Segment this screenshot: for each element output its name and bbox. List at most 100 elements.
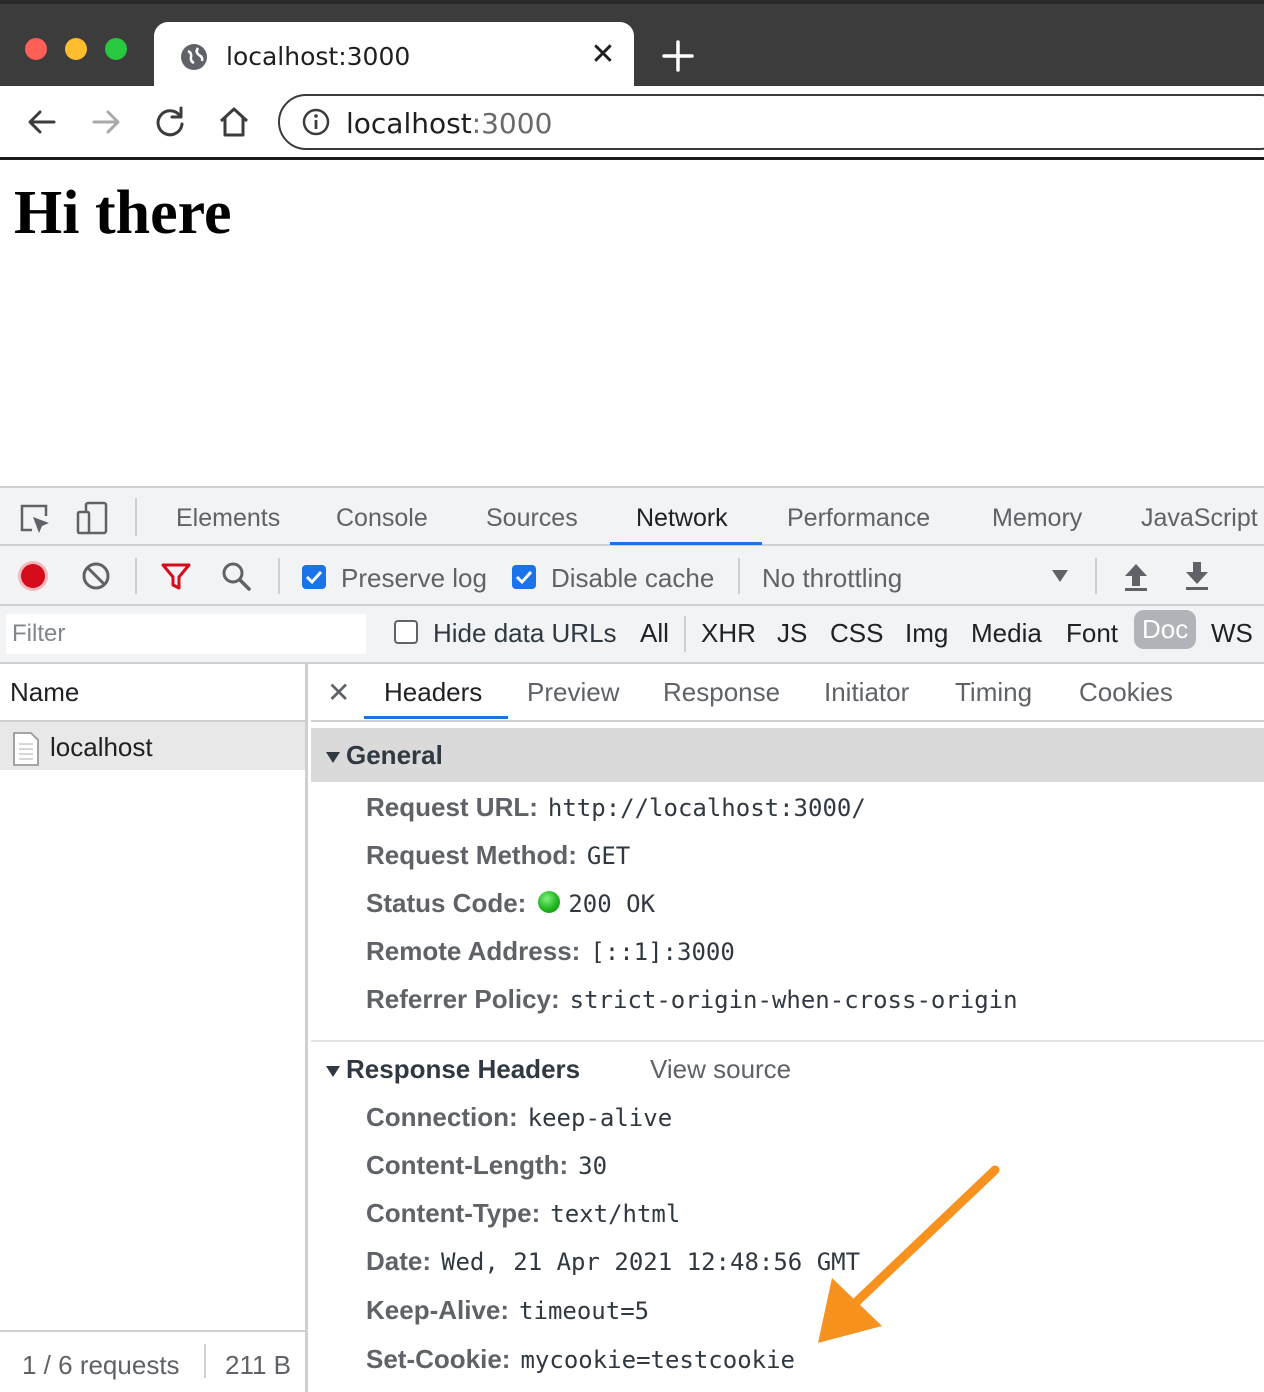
view-source-link[interactable]: View source (650, 1054, 791, 1085)
address-bar[interactable]: localhost:3000 (278, 94, 1264, 150)
filter-icon[interactable] (160, 560, 192, 592)
tab-initiator[interactable]: Initiator (824, 677, 909, 708)
maximize-window-button[interactable] (105, 38, 127, 60)
tab-javascript-profiler[interactable]: JavaScript (1141, 504, 1258, 533)
import-har-icon[interactable] (1120, 560, 1152, 592)
preserve-log-checkbox[interactable] (302, 565, 326, 589)
clear-icon[interactable] (80, 560, 112, 592)
address-url: localhost:3000 (346, 107, 553, 140)
header-key: Status Code: (366, 888, 527, 918)
type-filter-ws[interactable]: WS (1211, 618, 1253, 649)
type-filter-css[interactable]: CSS (830, 618, 883, 649)
tab-network[interactable]: Network (636, 504, 728, 533)
browser-tab[interactable]: localhost:3000 ✕ (154, 22, 634, 90)
tab-memory[interactable]: Memory (992, 504, 1082, 533)
type-filter-media[interactable]: Media (971, 618, 1042, 649)
active-tab-indicator (610, 542, 762, 545)
header-row-request-url: Request URL: http://localhost:3000/ (366, 792, 866, 832)
tab-preview[interactable]: Preview (527, 677, 619, 708)
header-key: Remote Address: (366, 936, 581, 966)
general-section-header[interactable]: General (311, 728, 1264, 782)
type-filter-doc[interactable]: Doc (1134, 610, 1197, 649)
info-icon[interactable] (302, 108, 330, 136)
divider (1095, 558, 1097, 594)
request-row[interactable]: localhost (0, 722, 305, 770)
request-count: 1 / 6 requests (22, 1350, 180, 1380)
general-title: General (346, 740, 443, 770)
response-headers-section-header[interactable]: Response Headers View source (311, 1040, 1264, 1094)
chevron-down-icon[interactable] (1050, 568, 1070, 584)
header-key: Set-Cookie: (366, 1344, 511, 1374)
active-tab-indicator (364, 716, 508, 719)
new-tab-icon[interactable] (660, 38, 696, 74)
divider (135, 558, 137, 594)
close-window-button[interactable] (25, 38, 47, 60)
transferred-size: 211 B (225, 1350, 292, 1380)
request-details-pane: ✕ Headers Preview Response Initiator Tim… (311, 664, 1264, 1392)
tab-elements[interactable]: Elements (176, 504, 280, 533)
record-icon[interactable] (17, 560, 49, 592)
response-headers-title: Response Headers (346, 1054, 581, 1084)
divider (278, 558, 280, 594)
tab-strip: localhost:3000 ✕ (0, 0, 1264, 90)
export-har-icon[interactable] (1181, 560, 1213, 592)
header-key: Request Method: (366, 840, 577, 870)
throttling-select[interactable]: No throttling (762, 563, 902, 594)
back-icon[interactable] (22, 102, 62, 142)
close-tab-icon[interactable]: ✕ (590, 40, 616, 70)
header-value: strict-origin-when-cross-origin (569, 986, 1018, 1014)
header-value: keep-alive (527, 1104, 673, 1132)
header-value: 30 (578, 1152, 608, 1180)
tab-timing[interactable]: Timing (955, 677, 1032, 708)
header-row-referrer-policy: Referrer Policy: strict-origin-when-cross… (366, 984, 1018, 1024)
type-filter-font[interactable]: Font (1066, 618, 1118, 649)
tab-console[interactable]: Console (336, 504, 428, 533)
details-tabbar: ✕ Headers Preview Response Initiator Tim… (311, 664, 1264, 722)
tab-cookies[interactable]: Cookies (1079, 677, 1173, 708)
disable-cache-checkbox[interactable] (512, 565, 536, 589)
minimize-window-button[interactable] (65, 38, 87, 60)
type-filter-all[interactable]: All (640, 618, 669, 649)
status-ok-icon (538, 891, 561, 913)
header-row-request-method: Request Method: GET (366, 840, 630, 880)
request-name: localhost (50, 732, 153, 762)
tab-headers[interactable]: Headers (384, 677, 482, 708)
preserve-log-label[interactable]: Preserve log (341, 563, 487, 594)
type-filter-xhr[interactable]: XHR (701, 618, 756, 649)
header-row-set-cookie: Set-Cookie: mycookie=testcookie (366, 1344, 795, 1384)
tab-performance[interactable]: Performance (787, 504, 930, 533)
close-icon[interactable]: ✕ (327, 676, 353, 708)
filter-bar: Hide data URLs All XHR JS CSS Img Media … (0, 606, 1264, 664)
header-key: Date: (366, 1246, 432, 1276)
reload-icon[interactable] (150, 102, 190, 142)
inspect-element-icon[interactable] (16, 500, 52, 536)
page-heading: Hi there (14, 179, 232, 247)
triangle-down-icon (326, 1066, 340, 1077)
triangle-down-icon (326, 752, 340, 763)
annotation-arrow-icon (818, 1165, 1000, 1343)
type-filter-js[interactable]: JS (777, 618, 807, 649)
filter-input[interactable] (6, 614, 366, 654)
name-column-header[interactable]: Name (0, 664, 305, 722)
tab-response[interactable]: Response (663, 677, 780, 708)
header-value: mycookie=testcookie (520, 1346, 796, 1374)
divider (135, 498, 137, 536)
type-filter-img[interactable]: Img (905, 618, 948, 649)
header-value: text/html (550, 1200, 681, 1228)
tab-sources[interactable]: Sources (486, 504, 578, 533)
home-icon[interactable] (214, 102, 254, 142)
header-row-content-length: Content-Length: 30 (366, 1150, 607, 1190)
hide-data-urls-label[interactable]: Hide data URLs (433, 618, 617, 649)
network-toolbar: Preserve log Disable cache No throttling (0, 546, 1264, 606)
forward-icon[interactable] (86, 102, 126, 142)
requests-pane: Name localhost 1 / 6 requests 211 B (0, 664, 308, 1392)
globe-icon (181, 44, 207, 70)
header-row-date: Date: Wed, 21 Apr 2021 12:48:56 GMT (366, 1246, 860, 1286)
search-icon[interactable] (220, 560, 252, 592)
header-value: Wed, 21 Apr 2021 12:48:56 GMT (441, 1248, 861, 1276)
disable-cache-label[interactable]: Disable cache (551, 563, 714, 594)
hide-data-urls-checkbox[interactable] (394, 620, 418, 644)
device-toolbar-icon[interactable] (74, 500, 110, 536)
header-key: Request URL: (366, 792, 538, 822)
header-value: GET (586, 842, 631, 870)
